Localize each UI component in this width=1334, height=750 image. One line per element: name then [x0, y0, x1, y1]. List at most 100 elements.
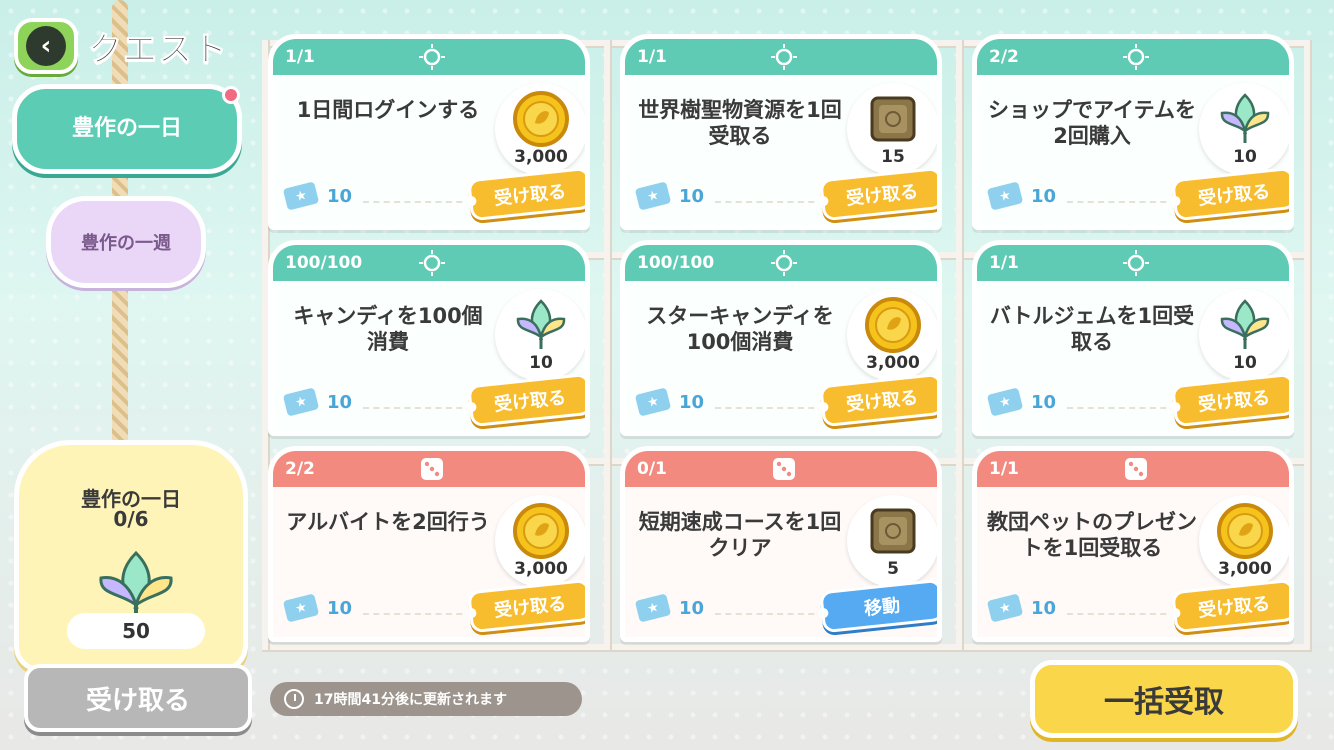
- quest-card-header: 2/2: [977, 39, 1289, 75]
- quest-reward-amount: 5: [887, 559, 899, 579]
- quest-card: 100/100 キャンディを100個消費 10 ★ 10 受け取る: [268, 240, 590, 436]
- quest-card-header: 2/2: [273, 451, 585, 487]
- quest-card: 2/2 アルバイトを2回行う 3,000 ★ 10 受け取る: [268, 446, 590, 642]
- quest-ticket-value: 10: [1031, 597, 1057, 619]
- quest-reward-amount: 10: [1233, 147, 1257, 167]
- tag-hole: [817, 195, 829, 207]
- quest-description: バトルジェムを1回受取る: [989, 304, 1195, 354]
- tag-hole: [1169, 195, 1181, 207]
- quest-ticket: ★ 10: [282, 181, 352, 211]
- quest-ticket-value: 10: [679, 597, 705, 619]
- quest-card: 1/1 世界樹聖物資源を1回受取る 15 ★ 10 受け取る: [620, 34, 942, 230]
- tag-hole: [817, 607, 829, 619]
- quest-progress: 0/1: [637, 459, 667, 479]
- quest-card: 2/2 ショップでアイテムを2回購入 10 ★ 10 受け取る: [972, 34, 1294, 230]
- button-label: 受け取る: [1197, 181, 1272, 210]
- divider: [715, 201, 835, 203]
- shelf-post: [1304, 40, 1312, 650]
- tab-daily[interactable]: 豊作の一日: [12, 84, 242, 174]
- tag-hole: [465, 401, 477, 413]
- quest-ticket: ★ 10: [986, 181, 1056, 211]
- quest-reward-amount: 3,000: [1218, 559, 1272, 579]
- tab-weekly-label: 豊作の一週: [81, 233, 171, 254]
- quest-ticket: ★ 10: [986, 387, 1056, 417]
- quest-ticket: ★ 10: [634, 387, 705, 417]
- coin-icon: [1217, 503, 1273, 559]
- quest-description: アルバイトを2回行う: [286, 510, 490, 534]
- quest-reward: 10: [1199, 83, 1289, 175]
- sun-icon: [419, 44, 445, 70]
- ticket-icon: ★: [986, 387, 1024, 417]
- button-label: 受け取る: [845, 181, 920, 210]
- quest-description: 世界樹聖物資源を1回受取る: [638, 98, 842, 148]
- sun-icon: [1123, 44, 1149, 70]
- divider: [1067, 613, 1187, 615]
- shelf-post: [956, 40, 964, 650]
- quest-card: 1/1 バトルジェムを1回受取る 10 ★ 10 受け取る: [972, 240, 1294, 436]
- summary-reward-count: 50: [67, 613, 205, 649]
- back-button[interactable]: ‹: [14, 18, 78, 74]
- ticket-icon: ★: [282, 593, 320, 623]
- crystal-leaf-icon: [1220, 93, 1270, 143]
- divider: [1067, 201, 1187, 203]
- quest-progress: 1/1: [285, 47, 315, 67]
- coin-icon: [513, 91, 569, 147]
- dice-icon: [773, 458, 795, 480]
- tab-weekly[interactable]: 豊作の一週: [46, 196, 206, 288]
- quest-description: キャンディを100個消費: [293, 304, 483, 354]
- refresh-timer: 17時間41分後に更新されます: [270, 682, 582, 716]
- quest-reward: 3,000: [847, 289, 937, 381]
- shelf-post: [604, 40, 612, 650]
- page-title: クエスト: [88, 29, 228, 70]
- summary-progress: 0/6: [113, 507, 149, 531]
- summary-claim-label: 受け取る: [85, 685, 190, 716]
- quest-description: 教団ペットのプレゼントを1回受取る: [987, 510, 1197, 560]
- quest-ticket: ★ 10: [282, 387, 353, 417]
- divider: [363, 613, 483, 615]
- quest-ticket-value: 10: [327, 391, 353, 413]
- quest-ticket-value: 10: [679, 391, 705, 413]
- quest-reward-amount: 3,000: [514, 559, 568, 579]
- quest-card-header: 1/1: [273, 39, 585, 75]
- coin-icon: [513, 503, 569, 559]
- quest-reward: 5: [847, 495, 937, 587]
- quest-card: 1/1 教団ペットのプレゼントを1回受取る 3,000 ★ 10 受け取る: [972, 446, 1294, 642]
- claim-all-label: 一括受取: [1104, 685, 1224, 720]
- ticket-icon: ★: [282, 181, 320, 211]
- quest-progress: 100/100: [637, 253, 715, 273]
- dice-icon: [421, 458, 443, 480]
- ticket-icon: ★: [986, 593, 1024, 623]
- claim-all-button[interactable]: 一括受取: [1030, 660, 1298, 738]
- quest-progress: 2/2: [989, 47, 1019, 67]
- quest-ticket-value: 10: [679, 185, 705, 207]
- button-label: 受け取る: [845, 387, 920, 416]
- quest-reward: 15: [847, 83, 937, 175]
- notification-dot-icon: [222, 86, 240, 104]
- sun-icon: [771, 250, 797, 276]
- quest-card-header: 1/1: [977, 451, 1289, 487]
- tag-hole: [817, 401, 829, 413]
- quest-reward: 10: [495, 289, 585, 381]
- ticket-icon: ★: [634, 181, 672, 211]
- button-label: 受け取る: [1197, 387, 1272, 416]
- quest-ticket: ★ 10: [634, 181, 705, 211]
- sun-icon: [419, 250, 445, 276]
- tag-hole: [1169, 401, 1181, 413]
- summary-claim-button[interactable]: 受け取る: [24, 664, 252, 732]
- crystal-leaf-icon: [516, 299, 566, 349]
- button-label: 受け取る: [493, 593, 568, 622]
- quest-description: ショップでアイテムを2回購入: [988, 98, 1196, 148]
- quest-reward: 3,000: [1199, 495, 1289, 587]
- ticket-icon: ★: [986, 181, 1024, 211]
- quest-progress: 100/100: [285, 253, 363, 273]
- quest-reward: 3,000: [495, 83, 585, 175]
- quest-ticket: ★ 10: [282, 593, 352, 623]
- quest-card-header: 1/1: [977, 245, 1289, 281]
- sun-icon: [1123, 250, 1149, 276]
- ticket-icon: ★: [634, 593, 672, 623]
- quest-card: 0/1 短期速成コースを1回クリア 5 ★ 10 移動: [620, 446, 942, 642]
- quest-card: 100/100 スターキャンディを100個消費 3,000 ★ 10 受け取る: [620, 240, 942, 436]
- quest-card-header: 100/100: [625, 245, 937, 281]
- quest-progress: 1/1: [637, 47, 667, 67]
- quest-progress: 1/1: [989, 253, 1019, 273]
